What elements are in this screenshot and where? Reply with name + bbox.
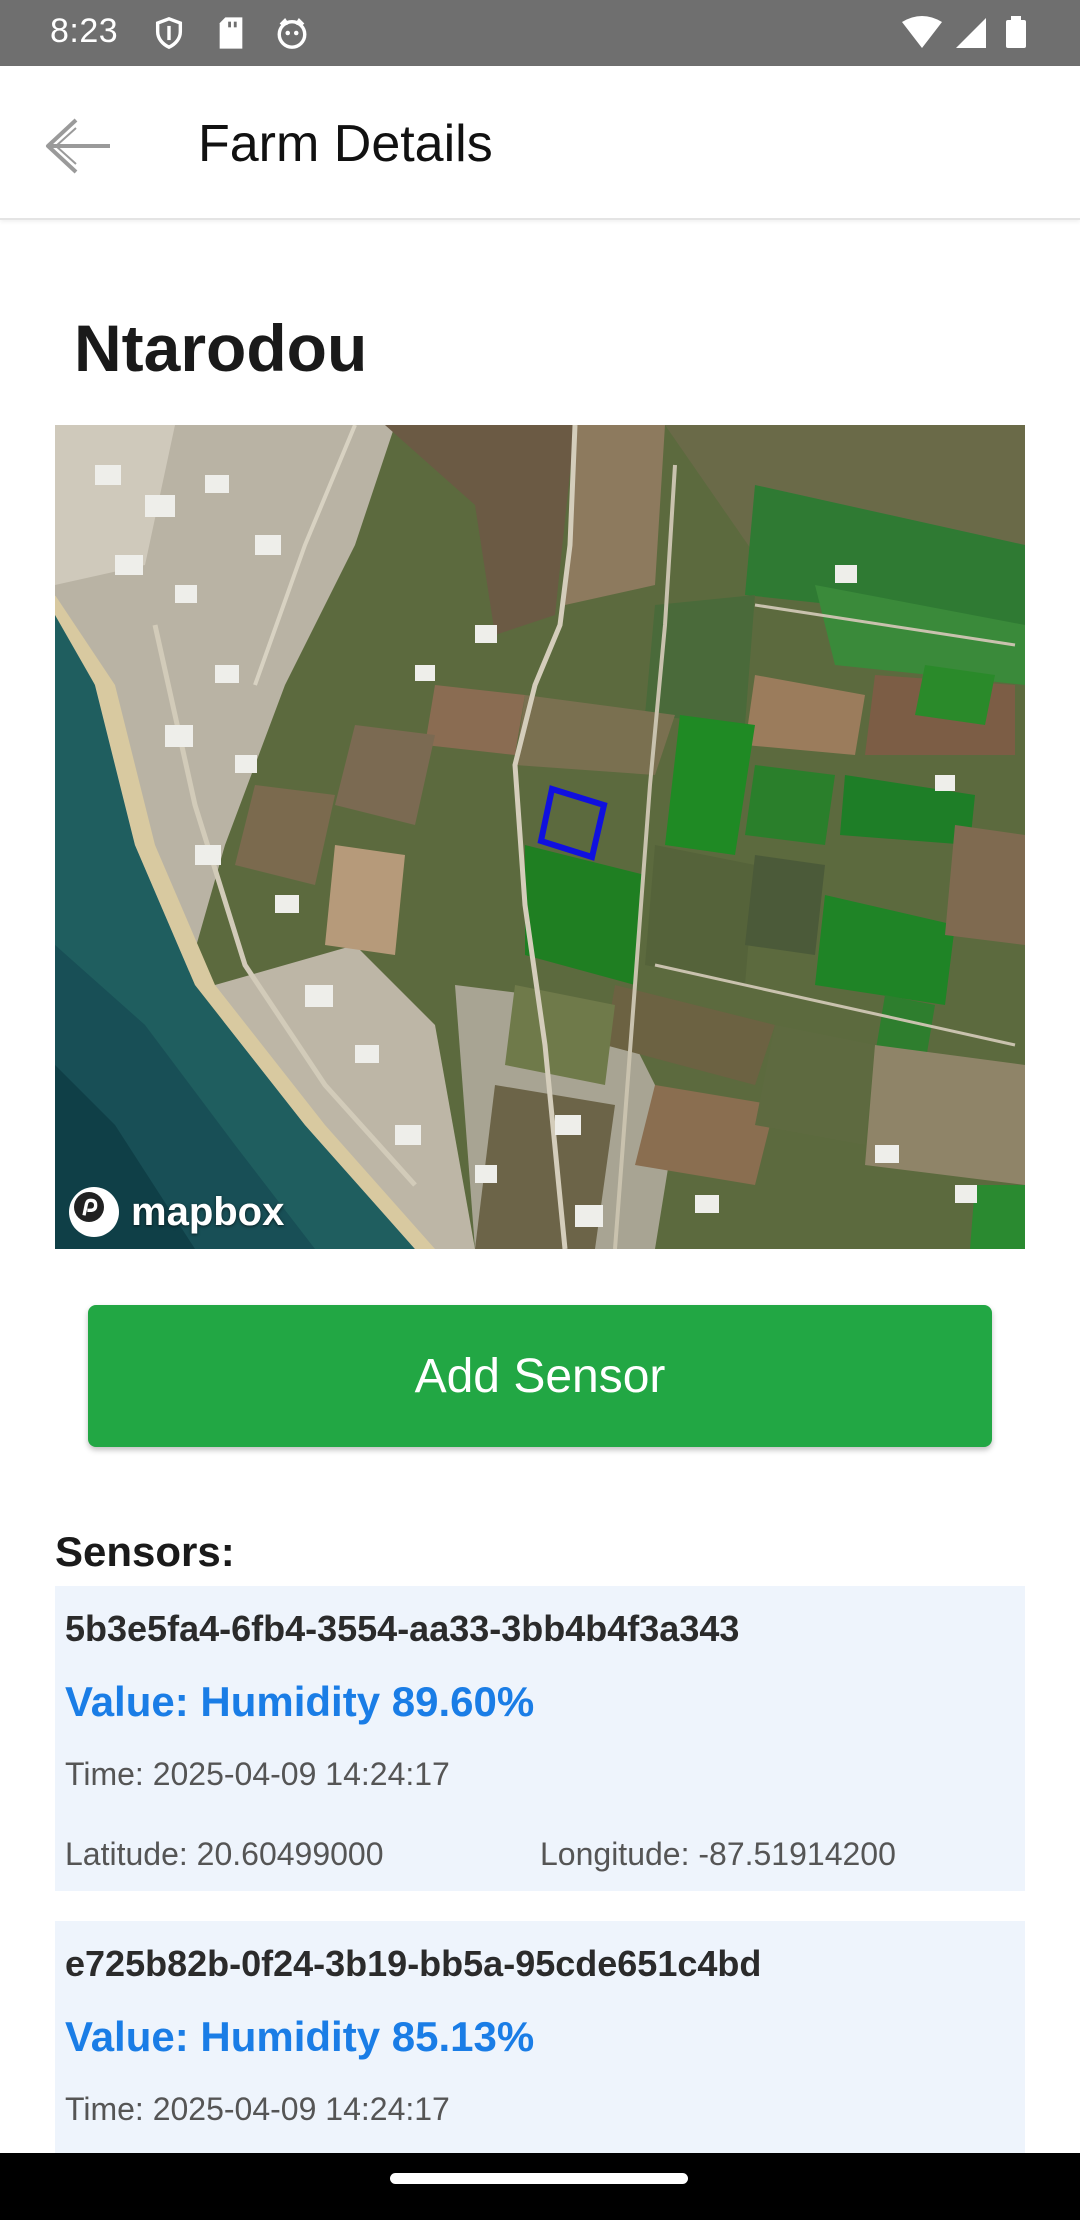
cat-face-icon — [274, 16, 310, 55]
sensor-time: Time: 2025-04-09 14:24:17 — [65, 1756, 450, 1792]
mapbox-logo: mapbox — [69, 1187, 284, 1237]
page-title: Farm Details — [198, 115, 493, 173]
home-gesture-handle[interactable] — [390, 2173, 688, 2184]
arrow-left-icon — [46, 118, 110, 174]
app-bar: Farm Details — [0, 66, 1080, 220]
sensors-heading: Sensors: — [55, 1528, 235, 1575]
status-right-icons — [900, 16, 1040, 57]
sensor-card[interactable]: e725b82b-0f24-3b19-bb5a-95cde651c4bd Val… — [55, 1921, 1025, 2161]
mapbox-icon — [69, 1187, 119, 1237]
screen: 8:23 Farm Details Ntarodou mapbox Add Se… — [0, 0, 1080, 2220]
add-sensor-button[interactable]: Add Sensor — [88, 1305, 992, 1447]
sensor-value: Value: Humidity 85.13% — [65, 2013, 535, 2060]
sensor-id: e725b82b-0f24-3b19-bb5a-95cde651c4bd — [65, 1943, 762, 1984]
shield-icon — [152, 16, 186, 55]
sensor-id: 5b3e5fa4-6fb4-3554-aa33-3bb4b4f3a343 — [65, 1608, 740, 1649]
sensor-latitude: Latitude: 20.60499000 — [65, 1836, 384, 1872]
status-bar: 8:23 — [0, 0, 1080, 66]
back-button[interactable] — [30, 106, 126, 186]
satellite-imagery — [55, 425, 1025, 1249]
status-time: 8:23 — [50, 12, 119, 50]
sensor-time: Time: 2025-04-09 14:24:17 — [65, 2091, 450, 2127]
farm-name: Ntarodou — [74, 311, 368, 385]
sensor-longitude: Longitude: -87.51914200 — [540, 1836, 896, 1872]
wifi-icon — [902, 16, 942, 48]
satellite-map[interactable]: mapbox — [55, 425, 1025, 1249]
sd-card-icon — [216, 16, 246, 55]
mapbox-wordmark: mapbox — [131, 1189, 285, 1234]
system-navigation-bar — [0, 2153, 1080, 2220]
signal-icon — [956, 18, 986, 48]
battery-icon — [1006, 16, 1026, 48]
sensor-card[interactable]: 5b3e5fa4-6fb4-3554-aa33-3bb4b4f3a343 Val… — [55, 1586, 1025, 1891]
sensor-value: Value: Humidity 89.60% — [65, 1678, 535, 1725]
